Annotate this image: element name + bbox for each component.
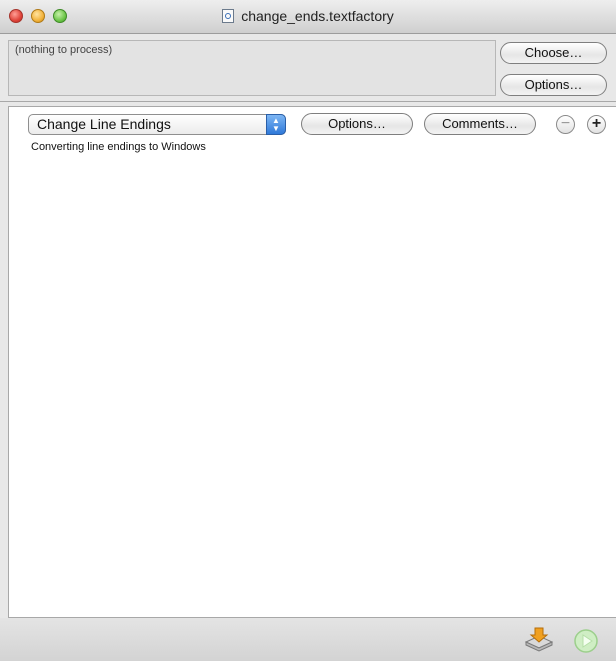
minus-circle-icon[interactable]: − — [556, 115, 575, 134]
source-status-text: (nothing to process) — [15, 44, 113, 56]
plus-circle-icon[interactable]: + — [587, 115, 606, 134]
chevron-updown-icon: ▲ ▼ — [266, 114, 286, 135]
source-list[interactable]: (nothing to process) — [8, 40, 496, 96]
action-options-button[interactable]: Options… — [301, 113, 413, 135]
actions-list: Change Line Endings ▲ ▼ Options… Comments… — [8, 106, 616, 618]
document-icon — [222, 9, 235, 23]
play-icon[interactable] — [573, 628, 599, 654]
app-window: change_ends.textfactory (nothing to proc… — [0, 0, 616, 661]
title-bar: change_ends.textfactory — [0, 0, 616, 34]
window-title-group: change_ends.textfactory — [0, 8, 616, 24]
action-select[interactable]: Change Line Endings ▲ ▼ — [28, 114, 286, 135]
source-panel: (nothing to process) Choose… Options… — [0, 34, 616, 102]
save-tray-icon[interactable] — [524, 627, 554, 653]
source-options-button[interactable]: Options… — [500, 74, 607, 96]
action-select-value: Change Line Endings — [37, 116, 171, 132]
bottom-toolbar — [0, 618, 616, 661]
comments-button[interactable]: Comments… — [424, 113, 536, 135]
window-title: change_ends.textfactory — [241, 8, 394, 24]
action-description: Converting line endings to Windows — [31, 141, 206, 153]
choose-button[interactable]: Choose… — [500, 42, 607, 64]
